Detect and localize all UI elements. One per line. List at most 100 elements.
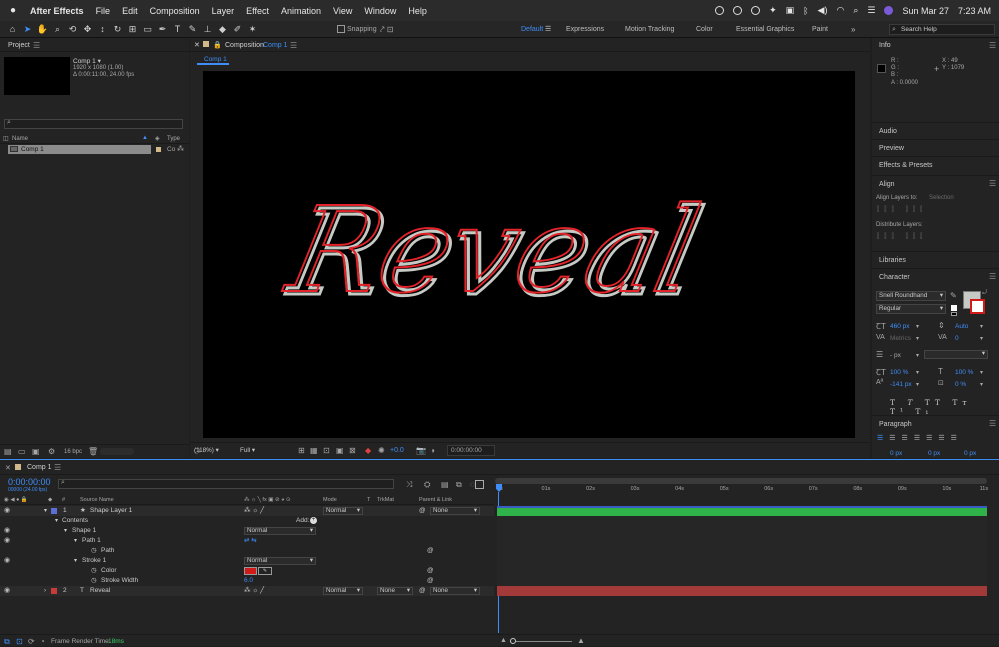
- timeline-tab[interactable]: Comp 1: [27, 464, 52, 471]
- snapshot-camera-icon[interactable]: 📷: [416, 446, 426, 455]
- tag-icon[interactable]: ◈: [155, 135, 160, 142]
- menu-animation[interactable]: Animation: [281, 6, 321, 16]
- av-features-icons[interactable]: ◉ ◀ ● 🔒: [4, 496, 28, 505]
- paragraph-indent-right[interactable]: 0 px: [964, 450, 976, 457]
- stroke-color-swatch[interactable]: [970, 299, 985, 314]
- pan-tool-icon[interactable]: ✥: [81, 23, 94, 36]
- column-mode[interactable]: Mode: [323, 496, 337, 505]
- kerning-dropdown-icon[interactable]: ▾: [916, 335, 919, 342]
- character-menu-icon[interactable]: ☰: [989, 272, 996, 281]
- column-t[interactable]: T: [367, 496, 370, 505]
- swap-colors-icon[interactable]: ⤾: [982, 290, 987, 297]
- brush-tool-icon[interactable]: ✎: [186, 23, 199, 36]
- project-menu-icon[interactable]: ☰: [33, 41, 40, 50]
- tsume-dropdown-icon[interactable]: ▾: [980, 381, 983, 388]
- leading-value[interactable]: Auto: [955, 323, 968, 330]
- timeline-search-input[interactable]: ⌕: [58, 479, 394, 489]
- path-group-row[interactable]: ◉ ▾ Path 1 ⇄ ⇆: [0, 536, 494, 546]
- zoom-dropdown[interactable]: (118%) ▾: [192, 447, 228, 456]
- label-color-swatch[interactable]: [156, 147, 161, 152]
- workspace-color[interactable]: Color: [696, 21, 713, 38]
- switches-icons[interactable]: ⁂ ☼ ╲ fx ▣ ⊘ ◕ ⊙: [244, 496, 291, 505]
- workspace-default[interactable]: Default: [521, 21, 543, 38]
- hand-tool-icon[interactable]: ✋: [36, 23, 49, 36]
- preview-section[interactable]: Preview: [872, 139, 999, 156]
- column-type[interactable]: Type: [167, 136, 180, 142]
- zoom-tool-icon[interactable]: ⌕: [51, 23, 64, 36]
- color-eyedropper-icon[interactable]: ✎: [258, 567, 272, 575]
- project-comp-name[interactable]: Comp 1 ▾: [73, 57, 101, 65]
- layer1-track[interactable]: [497, 506, 987, 516]
- workspace-motion-tracking[interactable]: Motion Tracking: [625, 21, 674, 38]
- layer-switches[interactable]: ⁂ ☼ ╱: [244, 506, 264, 516]
- column-source-name[interactable]: Source Name: [80, 496, 114, 505]
- search-help-input[interactable]: ⌕ Search Help: [889, 24, 995, 35]
- stopwatch-icon[interactable]: ◷: [91, 546, 97, 556]
- collapse-arrow-icon[interactable]: ▾: [55, 516, 58, 526]
- close-panel-icon[interactable]: ✕: [194, 41, 200, 49]
- snapshot-fast-icon[interactable]: ⊞: [298, 446, 305, 455]
- pick-whip-icon[interactable]: @: [419, 586, 426, 596]
- stroke-blend-dropdown[interactable]: Normal ▾: [244, 557, 316, 565]
- baseline-dropdown-icon[interactable]: ▾: [916, 381, 919, 388]
- path-property-row[interactable]: ◷ Path @: [0, 546, 494, 556]
- region-of-interest-icon[interactable]: ▣: [336, 446, 344, 455]
- layer-row-2[interactable]: ◉ › 2 T Reveal ⁂ ☼ ╱ Normal ▾ None ▾ @ Non…: [0, 586, 494, 596]
- trash-icon[interactable]: 🗑: [88, 447, 98, 456]
- blend-mode-dropdown[interactable]: Normal ▾: [323, 587, 363, 595]
- in-out-toggle-icon[interactable]: ⟳: [28, 637, 35, 646]
- collapse-arrow-icon[interactable]: ▾: [74, 556, 77, 566]
- tracking-value[interactable]: 0: [955, 335, 959, 342]
- kerning-value[interactable]: Metrics: [890, 335, 911, 342]
- breadcrumb[interactable]: Comp 1: [197, 54, 229, 65]
- thumbnail-scroll[interactable]: [100, 448, 134, 455]
- shape-blend-dropdown[interactable]: Normal ▾: [244, 527, 316, 535]
- volume-icon[interactable]: ◀): [818, 5, 828, 16]
- visibility-eye-icon[interactable]: ◉: [4, 536, 10, 546]
- baseline-shift-value[interactable]: -141 px: [890, 381, 912, 388]
- info-menu-icon[interactable]: ☰: [989, 41, 996, 50]
- stroke-color-row[interactable]: ◷ Color ✎ @: [0, 566, 494, 576]
- paragraph-align-buttons[interactable]: ☰☰☰☰☰☰☰: [877, 434, 992, 442]
- stroke-width-dropdown-icon[interactable]: ▾: [916, 352, 919, 359]
- sort-arrow-icon[interactable]: ▲: [142, 135, 148, 141]
- label-icon[interactable]: ◆: [48, 496, 52, 505]
- zoom-in-mountain-icon[interactable]: ▲: [577, 636, 585, 645]
- visibility-eye-icon[interactable]: ◉: [4, 506, 10, 516]
- expression-pick-whip-icon[interactable]: @: [427, 546, 434, 556]
- align-menu-icon[interactable]: ☰: [989, 179, 996, 188]
- expression-pick-whip-icon[interactable]: @: [427, 576, 434, 586]
- rotate-tool-icon[interactable]: ↻: [111, 23, 124, 36]
- distribute-buttons[interactable]: ⫿⫿⫿ ⫿⫿⫿: [877, 233, 992, 241]
- collapse-arrow-icon[interactable]: ▾: [64, 526, 67, 536]
- path-direction-icon[interactable]: ⇄ ⇆: [244, 536, 257, 546]
- menu-app-name[interactable]: After Effects: [30, 6, 84, 16]
- paragraph-menu-icon[interactable]: ☰: [989, 419, 996, 428]
- layer-name[interactable]: Shape Layer 1: [90, 506, 132, 516]
- render-time-icon[interactable]: ◔: [40, 637, 45, 646]
- visibility-eye-icon[interactable]: ◉: [4, 586, 10, 596]
- project-search-input[interactable]: ⌕: [4, 119, 183, 129]
- bluetooth-icon[interactable]: ᛒ: [803, 6, 808, 16]
- mask-visibility-icon[interactable]: ⊡: [323, 446, 330, 455]
- stroke-width-row[interactable]: ◷ Stroke Width 6.0 @: [0, 576, 494, 586]
- layer-name[interactable]: Reveal: [90, 586, 110, 596]
- workspace-essential-graphics[interactable]: Essential Graphics: [736, 21, 794, 38]
- new-composition-icon[interactable]: ▣: [32, 447, 40, 456]
- label-column-icon[interactable]: ◫: [3, 135, 9, 142]
- exposure-icon[interactable]: ✺: [378, 446, 385, 455]
- align-title[interactable]: Align: [872, 175, 999, 192]
- pen-tool-icon[interactable]: ✒: [156, 23, 169, 36]
- contents-row[interactable]: ▾ Contents Add: +: [0, 516, 494, 526]
- visibility-eye-icon[interactable]: ◉: [4, 556, 10, 566]
- clone-stamp-icon[interactable]: ⊥: [201, 23, 214, 36]
- exposure-value[interactable]: +0.0: [390, 447, 404, 454]
- resolution-dropdown[interactable]: Full ▾: [238, 447, 286, 456]
- layer-row-1[interactable]: ◉ ▾ 1 ★ Shape Layer 1 ⁂ ☼ ╱ Normal ▾ @ No…: [0, 506, 494, 516]
- bit-depth[interactable]: 16 bpc: [64, 449, 82, 455]
- tsume-value[interactable]: 0 %: [955, 381, 966, 388]
- search-spotlight-icon[interactable]: ⌕: [853, 5, 858, 16]
- expression-pick-whip-icon[interactable]: @: [427, 566, 434, 576]
- stroke-color-swatch-timeline[interactable]: [244, 567, 257, 575]
- info-title[interactable]: Info: [879, 42, 891, 49]
